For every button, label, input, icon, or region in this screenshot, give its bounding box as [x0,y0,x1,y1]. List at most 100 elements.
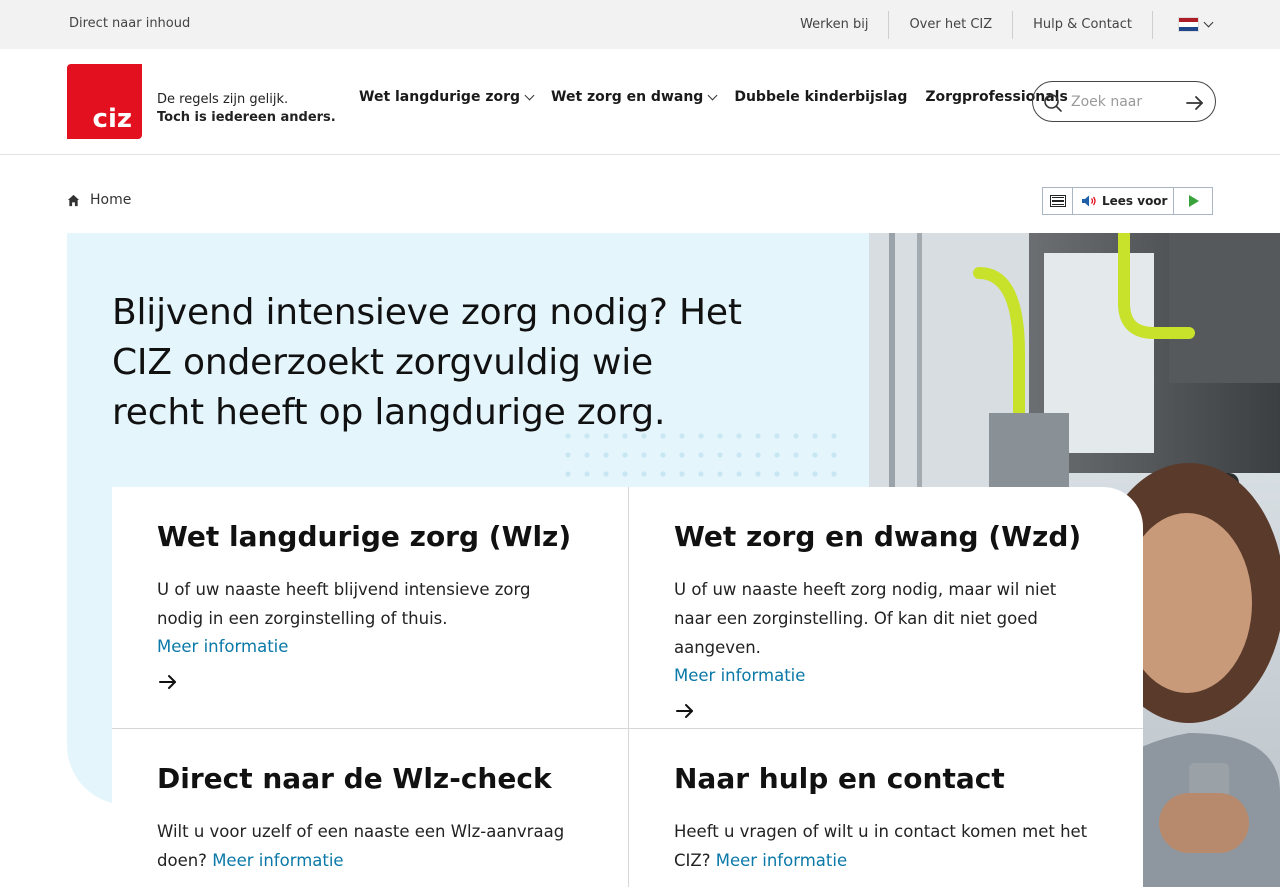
search-icon [1044,94,1062,112]
over-het-ciz-link[interactable]: Over het CIZ [889,10,1014,39]
nav-wet-zorg-en-dwang[interactable]: Wet zorg en dwang [551,89,718,105]
read-aloud-button[interactable]: Lees voor [1073,188,1174,214]
decorative-dot [717,433,723,439]
meer-informatie-link[interactable]: Meer informatie [674,662,1098,689]
decorative-dot [736,471,742,477]
card-wlz[interactable]: Wet langdurige zorg (Wlz) U of uw naaste… [112,487,628,728]
decorative-dot [584,452,590,458]
breadcrumb-home-link[interactable]: Home [90,192,131,208]
decorative-dot [660,433,666,439]
decorative-dot [812,433,818,439]
ciz-logo[interactable]: ciz [67,64,142,139]
card-title: Direct naar de Wlz-check [157,762,552,795]
card-text: Wilt u voor uzelf of een naaste een Wlz-… [157,817,577,875]
decorative-dot [831,452,837,458]
decorative-dot [603,452,609,458]
decorative-dot [603,471,609,477]
werken-bij-link[interactable]: Werken bij [800,10,890,39]
search-input[interactable] [1071,90,1181,114]
decorative-dot [698,471,704,477]
card-title: Wet langdurige zorg (Wlz) [157,520,572,553]
read-aloud-widget: Lees voor [1042,187,1213,215]
decorative-dot [679,452,685,458]
tagline-line-1: De regels zijn gelijk. [157,92,289,107]
meer-informatie-link[interactable]: Meer informatie [212,851,343,870]
decorative-dot [774,471,780,477]
card-hulp-contact[interactable]: Naar hulp en contact Heeft u vragen of w… [628,728,1143,887]
hulp-contact-link[interactable]: Hulp & Contact [1013,10,1153,39]
decorative-dot [622,452,628,458]
play-icon [1189,195,1199,207]
search-box [1032,81,1216,122]
chevron-down-icon [1203,17,1214,28]
decorative-dot [565,452,571,458]
decorative-dot [831,433,837,439]
breadcrumb: Home [67,192,131,208]
card-text: U of uw naaste heeft zorg nodig, maar wi… [674,580,1057,657]
decorative-dot [622,471,628,477]
decorative-dot [717,452,723,458]
card-text: Heeft u vragen of wilt u in contact kome… [674,817,1094,875]
decorative-dot [717,471,723,477]
tagline: De regels zijn gelijk. Toch is iedereen … [157,91,336,127]
decorative-dot [603,433,609,439]
decorative-dot [812,471,818,477]
menu-icon [1049,195,1066,207]
dutch-flag-icon [1178,17,1199,32]
logo-text: ciz [92,104,132,134]
meer-informatie-link[interactable]: Meer informatie [157,633,583,660]
arrow-right-icon[interactable] [157,672,179,692]
topic-cards: Wet langdurige zorg (Wlz) U of uw naaste… [112,487,1143,887]
decorative-dot [641,452,647,458]
nav-dubbele-kinderbijslag[interactable]: Dubbele kinderbijslag [734,89,907,105]
decorative-dot [698,452,704,458]
arrow-right-icon[interactable] [1185,93,1205,113]
read-aloud-label: Lees voor [1102,194,1168,208]
decorative-dot [622,433,628,439]
card-title: Naar hulp en contact [674,762,1005,795]
read-aloud-menu-button[interactable] [1043,188,1073,214]
decorative-dot [565,433,571,439]
skip-to-content-link[interactable]: Direct naar inhoud [69,16,190,31]
card-wlz-check[interactable]: Direct naar de Wlz-check Wilt u voor uze… [112,728,628,887]
hero-title: Blijvend intensieve zorg nodig? Het CIZ … [112,292,742,433]
card-wzd[interactable]: Wet zorg en dwang (Wzd) U of uw naaste h… [628,487,1143,728]
decorative-dot [679,433,685,439]
tagline-line-2: Toch is iedereen anders. [157,110,336,125]
nav-label: Wet zorg en dwang [551,89,704,105]
decorative-dot [774,452,780,458]
decorative-dot [641,471,647,477]
decorative-dot [774,433,780,439]
decorative-dot [584,471,590,477]
utility-bar: Direct naar inhoud Werken bij Over het C… [0,0,1280,49]
decorative-dot [793,433,799,439]
language-selector[interactable] [1153,11,1280,39]
nav-wet-langdurige-zorg[interactable]: Wet langdurige zorg [359,89,535,105]
decorative-dot [793,452,799,458]
decorative-dot [584,433,590,439]
site-header: ciz De regels zijn gelijk. Toch is ieder… [0,49,1280,155]
decorative-dot [736,452,742,458]
arrow-right-icon[interactable] [674,701,696,721]
decorative-dot [831,471,837,477]
decorative-dot [679,471,685,477]
decorative-dot [660,452,666,458]
decorative-dot [755,471,761,477]
nav-label: Dubbele kinderbijslag [734,89,908,105]
meer-informatie-link[interactable]: Meer informatie [716,851,847,870]
utility-nav: Werken bij Over het CIZ Hulp & Contact [800,0,1280,49]
chevron-down-icon [524,90,535,100]
decorative-dot [812,452,818,458]
nav-label: Wet langdurige zorg [359,89,521,105]
card-title: Wet zorg en dwang (Wzd) [674,520,1082,553]
play-button[interactable] [1174,188,1212,214]
decorative-dot [755,452,761,458]
decorative-dot-pattern [565,433,837,477]
home-icon [67,194,80,206]
decorative-dot [755,433,761,439]
decorative-dot [736,433,742,439]
decorative-dot [793,471,799,477]
chevron-down-icon [707,90,718,100]
decorative-dot [660,471,666,477]
main-navigation: Wet langdurige zorg Wet zorg en dwang Du… [359,89,1068,105]
